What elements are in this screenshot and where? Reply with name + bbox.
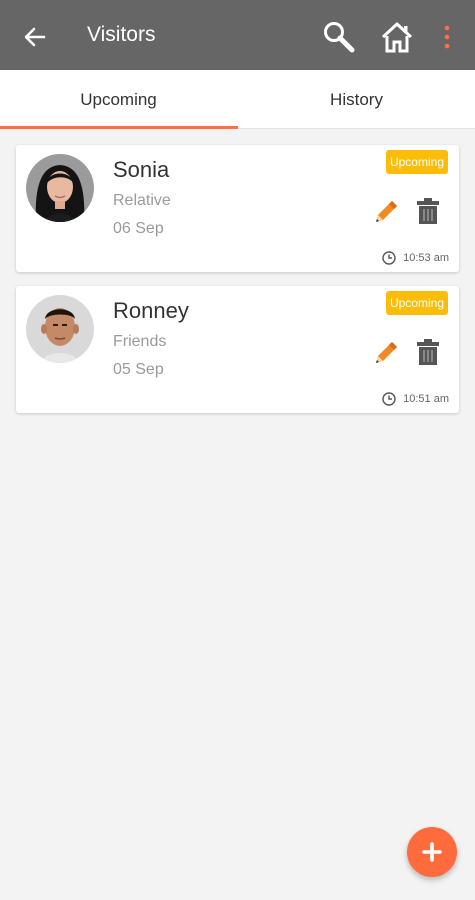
edit-pencil-icon[interactable] <box>372 339 400 367</box>
tab-bar: Upcoming History <box>0 70 475 129</box>
visitor-card[interactable]: Ronney Friends 05 Sep Upcoming 10:51 am <box>16 286 459 413</box>
plus-icon <box>422 842 442 862</box>
delete-trash-icon[interactable] <box>416 197 440 225</box>
visitor-relation: Friends <box>113 333 167 350</box>
avatar <box>26 154 94 222</box>
visit-time-text: 10:51 am <box>403 393 449 405</box>
status-badge: Upcoming <box>385 150 448 174</box>
visitor-card[interactable]: Sonia Relative 06 Sep Upcoming 10:53 am <box>16 145 459 272</box>
more-vertical-icon[interactable] <box>440 24 454 50</box>
add-visitor-button[interactable] <box>407 827 457 877</box>
edit-pencil-icon[interactable] <box>372 198 400 226</box>
page-title: Visitors <box>87 23 156 46</box>
visitor-relation: Relative <box>113 192 171 209</box>
visit-time-text: 10:53 am <box>403 252 449 264</box>
tab-history[interactable]: History <box>238 70 475 128</box>
visitor-name: Sonia <box>113 157 170 182</box>
status-badge: Upcoming <box>385 291 448 315</box>
home-icon[interactable] <box>380 20 414 54</box>
search-icon[interactable] <box>322 20 356 54</box>
visit-date: 05 Sep <box>113 361 164 378</box>
visit-time: 10:51 am <box>382 392 449 406</box>
app-bar: Visitors <box>0 0 475 70</box>
tab-indicator <box>0 126 238 129</box>
visit-time: 10:53 am <box>382 251 449 265</box>
avatar <box>26 295 94 363</box>
visitor-name: Ronney <box>113 298 189 323</box>
visit-date: 06 Sep <box>113 220 164 237</box>
clock-icon <box>382 251 396 265</box>
tab-upcoming[interactable]: Upcoming <box>0 70 237 128</box>
delete-trash-icon[interactable] <box>416 338 440 366</box>
clock-icon <box>382 392 396 406</box>
back-arrow-icon[interactable] <box>22 24 48 50</box>
